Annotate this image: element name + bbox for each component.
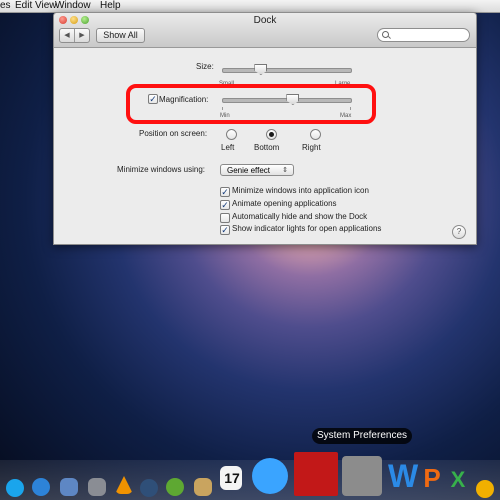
help-button[interactable]: ? xyxy=(452,225,466,239)
magnification-highlight-box xyxy=(126,84,376,124)
network-utility-icon[interactable] xyxy=(88,478,106,496)
minimize-into-app-icon-label: Minimize windows into application icon xyxy=(232,186,369,195)
select-arrows-icon: ⇕ xyxy=(282,167,288,174)
menu-item-application[interactable]: es xyxy=(0,0,11,12)
position-label: Position on screen: xyxy=(139,129,208,138)
system-preferences-icon[interactable] xyxy=(342,456,382,496)
position-right-radio[interactable] xyxy=(310,129,321,140)
word-glyph[interactable]: W xyxy=(388,458,418,494)
show-all-button[interactable]: Show All xyxy=(96,28,145,43)
position-bottom-radio[interactable] xyxy=(266,129,277,140)
skype-icon[interactable] xyxy=(6,479,24,497)
quicktime-icon[interactable] xyxy=(140,479,158,497)
indicator-lights-checkbox[interactable]: ✓ xyxy=(220,225,230,235)
preview-icon[interactable] xyxy=(60,478,78,496)
forward-icon[interactable]: ▶ xyxy=(75,29,89,42)
menu-item-help[interactable]: Help xyxy=(100,0,121,12)
minimize-effect-value: Genie effect xyxy=(227,166,270,175)
back-icon[interactable]: ◀ xyxy=(60,29,74,42)
position-left-radio[interactable] xyxy=(226,129,237,140)
photo-booth-icon[interactable] xyxy=(294,452,338,496)
dock-tooltip: System Preferences xyxy=(312,428,412,444)
misc-app-icon[interactable] xyxy=(476,480,494,498)
auto-hide-dock-label: Automatically hide and show the Dock xyxy=(232,212,368,221)
position-bottom-label: Bottom xyxy=(254,143,280,152)
window-titlebar: Dock ◀ ▶ Show All xyxy=(54,13,476,48)
dock-preferences-window: Dock ◀ ▶ Show All Size: Small Large ✓ Ma… xyxy=(53,12,477,245)
itunes-icon[interactable] xyxy=(252,458,288,494)
menu-item-view[interactable]: View xyxy=(35,0,57,12)
auto-hide-dock-checkbox[interactable] xyxy=(220,213,230,223)
window-title: Dock xyxy=(253,15,277,26)
size-slider-thumb[interactable] xyxy=(254,64,268,75)
menu-item-window[interactable]: Window xyxy=(55,0,91,12)
safari-icon[interactable] xyxy=(32,478,50,496)
size-slider-track[interactable] xyxy=(222,68,352,73)
calendar-date-text: 17 xyxy=(224,470,240,486)
minimize-into-app-icon-checkbox[interactable]: ✓ xyxy=(220,187,230,197)
navigation-segment: ◀ ▶ xyxy=(59,28,90,43)
utorrent-icon[interactable] xyxy=(166,478,184,496)
menu-item-edit[interactable]: Edit xyxy=(15,0,32,12)
animate-opening-checkbox[interactable]: ✓ xyxy=(220,200,230,210)
notes-icon[interactable] xyxy=(194,478,212,496)
position-right-label: Right xyxy=(302,143,321,152)
indicator-lights-label: Show indicator lights for open applicati… xyxy=(232,224,382,233)
search-input[interactable] xyxy=(377,28,470,42)
size-label: Size: xyxy=(196,62,214,71)
powerpoint-glyph[interactable]: P xyxy=(420,464,444,492)
excel-glyph[interactable]: X xyxy=(448,468,468,492)
search-icon xyxy=(382,31,389,38)
position-left-label: Left xyxy=(221,143,235,152)
minimize-effect-select[interactable]: Genie effect ⇕ xyxy=(220,164,294,176)
minimize-label: Minimize windows using: xyxy=(117,165,206,174)
animate-opening-label: Animate opening applications xyxy=(232,199,337,208)
